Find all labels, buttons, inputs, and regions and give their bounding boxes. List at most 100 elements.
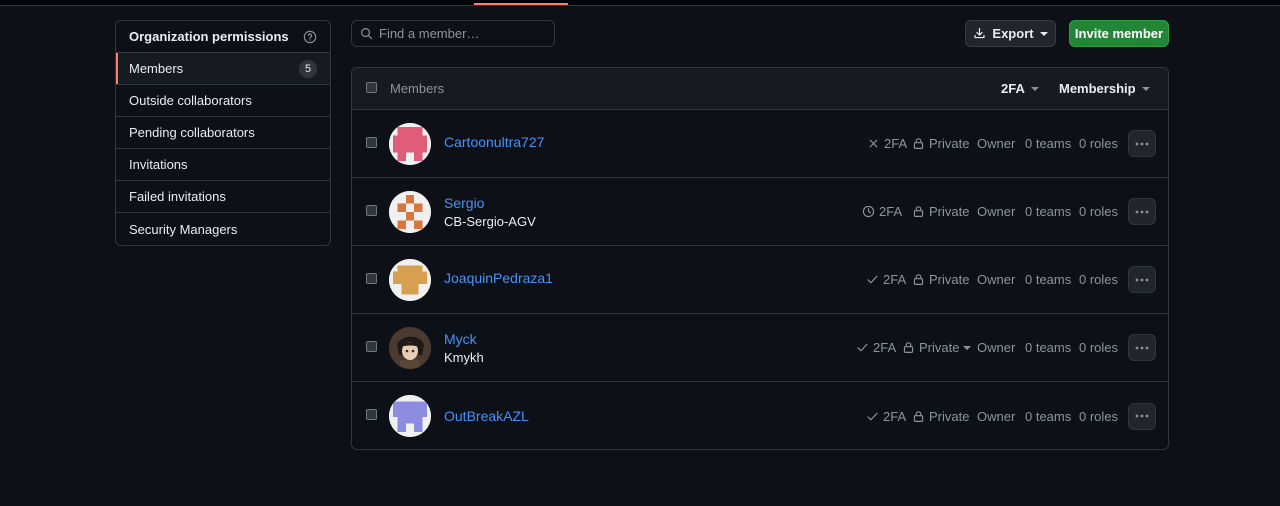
member-login-link[interactable]: Myck bbox=[444, 331, 484, 347]
member-login-link[interactable]: JoaquinPedraza1 bbox=[444, 270, 553, 286]
roles-count[interactable]: 0 roles bbox=[1079, 136, 1118, 151]
member-name-block: Sergio CB-Sergio-AGV bbox=[444, 195, 536, 229]
row-actions-button[interactable] bbox=[1128, 266, 1156, 293]
filter-membership-label: Membership bbox=[1059, 81, 1136, 96]
role: Owner bbox=[977, 272, 1016, 287]
teams-count[interactable]: 0 teams bbox=[1025, 340, 1071, 355]
table-row: JoaquinPedraza1 2FA Private Owner 0 team… bbox=[352, 246, 1168, 314]
member-login-link[interactable]: Cartoonultra727 bbox=[444, 134, 544, 150]
kebab-horizontal-icon bbox=[1135, 346, 1149, 349]
export-label: Export bbox=[992, 26, 1034, 41]
visibility-dropdown[interactable]: Private bbox=[902, 340, 972, 355]
check-icon bbox=[867, 275, 878, 284]
sidebar-item-label: Outside collaborators bbox=[129, 93, 252, 108]
visibility: Private bbox=[912, 204, 969, 219]
filter-2fa-label: 2FA bbox=[1001, 81, 1025, 96]
kebab-horizontal-icon bbox=[1135, 414, 1149, 418]
member-name-block: JoaquinPedraza1 bbox=[444, 270, 553, 286]
roles-count[interactable]: 0 roles bbox=[1079, 340, 1118, 355]
top-nav-border bbox=[0, 0, 1280, 6]
chevron-down-icon bbox=[1141, 86, 1150, 91]
teams-count[interactable]: 0 teams bbox=[1025, 272, 1071, 287]
member-full-name: Kmykh bbox=[444, 350, 484, 365]
table-header-label: Members bbox=[390, 81, 445, 96]
filter-membership[interactable]: Membership bbox=[1059, 81, 1150, 96]
row-checkbox[interactable] bbox=[366, 409, 377, 420]
row-actions-button[interactable] bbox=[1128, 198, 1156, 225]
sidebar-item-label: Failed invitations bbox=[129, 189, 226, 204]
row-checkbox[interactable] bbox=[366, 205, 377, 216]
sidebar-item-outside-collaborators[interactable]: Outside collaborators bbox=[116, 85, 330, 117]
download-icon bbox=[974, 28, 985, 39]
teams-count[interactable]: 0 teams bbox=[1025, 136, 1071, 151]
check-icon bbox=[857, 343, 868, 352]
sidebar-item-invitations[interactable]: Invitations bbox=[116, 149, 330, 181]
twofa-status: 2FA bbox=[866, 272, 906, 287]
avatar[interactable] bbox=[389, 190, 431, 233]
member-login-link[interactable]: Sergio bbox=[444, 195, 536, 211]
sidebar-item-label: Invitations bbox=[129, 157, 188, 172]
avatar[interactable] bbox=[389, 122, 431, 165]
row-checkbox[interactable] bbox=[366, 341, 377, 352]
sidebar-header: Organization permissions bbox=[116, 21, 330, 53]
sidebar-item-label: Members bbox=[129, 61, 184, 76]
avatar[interactable] bbox=[389, 258, 431, 301]
visibility-label: Private bbox=[919, 340, 960, 355]
lock-icon bbox=[913, 138, 924, 149]
roles-count[interactable]: 0 roles bbox=[1079, 204, 1118, 219]
export-button[interactable]: Export bbox=[965, 20, 1056, 47]
member-full-name: CB-Sergio-AGV bbox=[444, 214, 536, 229]
teams-count[interactable]: 0 teams bbox=[1025, 409, 1071, 424]
role: Owner bbox=[977, 408, 1016, 424]
search-icon bbox=[361, 28, 373, 40]
teams-count[interactable]: 0 teams bbox=[1025, 204, 1071, 219]
row-checkbox[interactable] bbox=[366, 137, 377, 148]
twofa-label: 2FA bbox=[883, 272, 907, 287]
sidebar-item-label: Security Managers bbox=[129, 221, 238, 237]
visibility-label: Private bbox=[929, 408, 970, 424]
twofa-status: 2FA bbox=[866, 409, 906, 424]
twofa-status: 2FA bbox=[862, 204, 902, 219]
row-checkbox[interactable] bbox=[366, 273, 377, 284]
roles-count[interactable]: 0 roles bbox=[1079, 409, 1118, 424]
select-all-checkbox[interactable] bbox=[366, 82, 377, 93]
role: Owner bbox=[977, 340, 1016, 355]
twofa-label: 2FA bbox=[873, 340, 897, 355]
member-name-block: Cartoonultra727 bbox=[444, 134, 544, 150]
sidebar-title: Organization permissions bbox=[129, 29, 289, 44]
sidebar-item-security-managers[interactable]: Security Managers bbox=[116, 213, 330, 245]
row-actions-button[interactable] bbox=[1128, 402, 1156, 430]
visibility-label: Private bbox=[929, 204, 970, 219]
member-login-link[interactable]: OutBreakAZL bbox=[444, 408, 529, 424]
settings-sidebar: Organization permissions Members 5 Outsi… bbox=[115, 20, 331, 246]
avatar[interactable] bbox=[389, 395, 431, 437]
filter-2fa[interactable]: 2FA bbox=[1001, 81, 1039, 96]
question-icon[interactable] bbox=[303, 30, 317, 44]
twofa-label: 2FA bbox=[879, 204, 903, 219]
visibility-label: Private bbox=[929, 136, 970, 151]
active-tab-underline bbox=[474, 3, 568, 5]
sidebar-item-failed-invitations[interactable]: Failed invitations bbox=[116, 181, 330, 213]
invite-member-button[interactable]: Invite member bbox=[1069, 20, 1169, 47]
avatar[interactable] bbox=[389, 326, 431, 369]
sidebar-item-label: Pending collaborators bbox=[129, 125, 255, 140]
kebab-horizontal-icon bbox=[1135, 142, 1149, 145]
table-header: Members 2FA Membership bbox=[352, 68, 1168, 110]
invite-member-label: Invite member bbox=[1074, 26, 1164, 41]
role: Owner bbox=[977, 204, 1016, 219]
row-actions-button[interactable] bbox=[1128, 130, 1156, 157]
twofa-status: 2FA bbox=[856, 340, 896, 355]
members-table: Members 2FA Membership Cartoonultra727 2… bbox=[351, 67, 1169, 450]
row-actions-button[interactable] bbox=[1128, 334, 1156, 361]
visibility: Private bbox=[912, 409, 969, 424]
sidebar-item-members[interactable]: Members 5 bbox=[116, 53, 330, 85]
visibility: Private bbox=[912, 272, 969, 287]
kebab-horizontal-icon bbox=[1135, 278, 1149, 281]
search-input[interactable] bbox=[379, 26, 539, 41]
sidebar-item-pending-collaborators[interactable]: Pending collaborators bbox=[116, 117, 330, 149]
clock-icon bbox=[862, 205, 875, 218]
check-icon bbox=[867, 412, 878, 420]
members-count-badge: 5 bbox=[299, 59, 317, 78]
table-row: Myck Kmykh 2FA Private Owner 0 teams 0 r… bbox=[352, 314, 1168, 382]
roles-count[interactable]: 0 roles bbox=[1079, 272, 1118, 287]
